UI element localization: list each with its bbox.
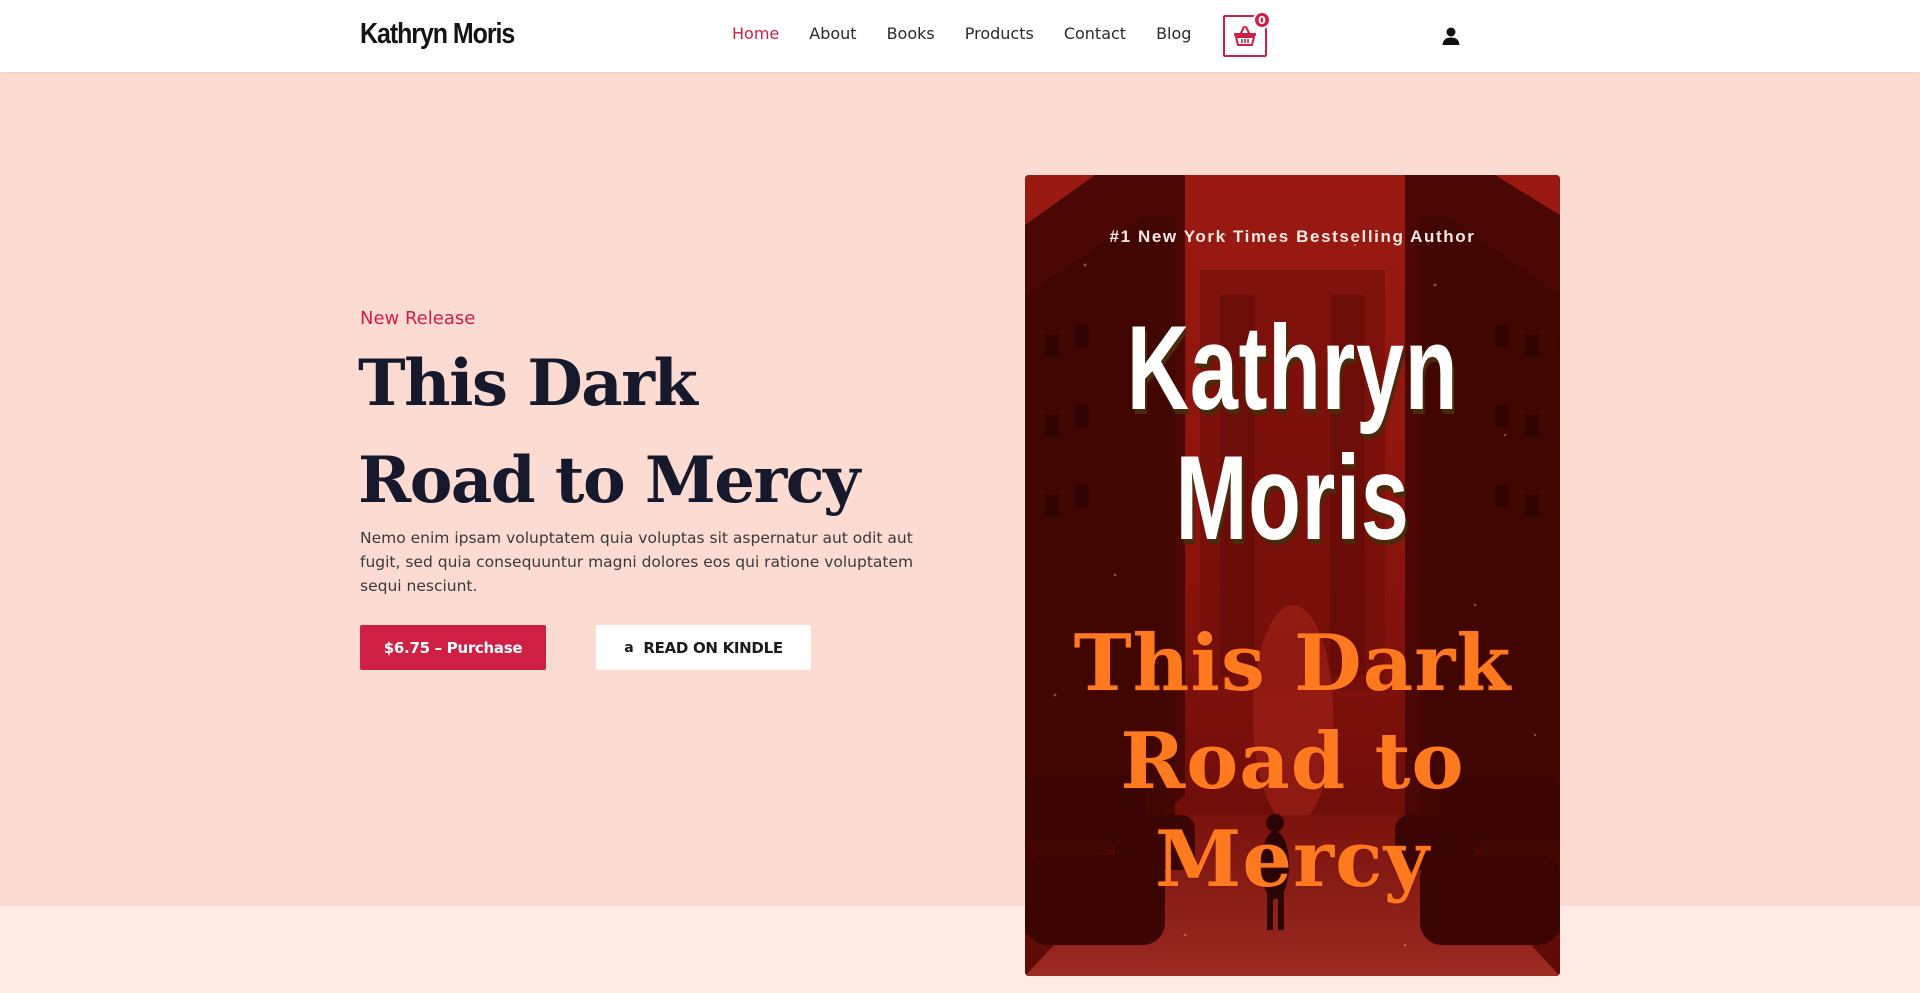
cover-author-last: Moris	[1175, 431, 1410, 565]
purchase-button[interactable]: $6.75 – Purchase	[360, 625, 546, 670]
cover-title: This Dark Road to Mercy	[1025, 615, 1560, 909]
hero-section	[0, 72, 1920, 906]
amazon-icon: a	[624, 639, 634, 656]
cover-title-line-3: Mercy	[1155, 814, 1430, 905]
read-on-kindle-button[interactable]: a READ ON KINDLE	[596, 625, 811, 670]
book-description: Nemo enim ipsam voluptatem quia voluptas…	[360, 529, 914, 595]
cover-title-line-1: This Dark	[1073, 618, 1512, 709]
cover-tagline: #1 New York Times Bestselling Author	[1109, 227, 1476, 246]
nav-about[interactable]: About	[809, 24, 856, 43]
cover-author: Kathryn Moris	[1025, 303, 1560, 563]
cart-count-badge: 0	[1253, 11, 1271, 29]
book-cover[interactable]: #1 New York Times Bestselling Author Kat…	[1025, 175, 1560, 976]
kindle-label: READ ON KINDLE	[643, 638, 783, 657]
main-nav: Home About Books Products Contact Blog	[732, 24, 1221, 43]
book-title: This Dark Road to Mercy	[358, 335, 918, 529]
basket-icon	[1234, 26, 1256, 46]
site-header: Kathryn Moris Home About Books Products …	[0, 0, 1920, 72]
cart-button[interactable]: 0	[1223, 11, 1271, 57]
book-title-line-1: This Dark	[358, 346, 698, 421]
site-logo[interactable]: Kathryn Moris	[360, 18, 515, 51]
nav-blog[interactable]: Blog	[1156, 24, 1191, 43]
book-title-line-2: Road to Mercy	[358, 443, 860, 518]
nav-books[interactable]: Books	[887, 24, 935, 43]
user-icon[interactable]	[1441, 26, 1461, 46]
cover-title-line-2: Road to	[1120, 716, 1465, 807]
cover-author-first: Kathryn	[1126, 301, 1459, 435]
nav-contact[interactable]: Contact	[1064, 24, 1126, 43]
release-label: New Release	[360, 308, 476, 329]
nav-products[interactable]: Products	[965, 24, 1034, 43]
nav-home[interactable]: Home	[732, 24, 779, 43]
next-section-band	[0, 906, 1920, 993]
